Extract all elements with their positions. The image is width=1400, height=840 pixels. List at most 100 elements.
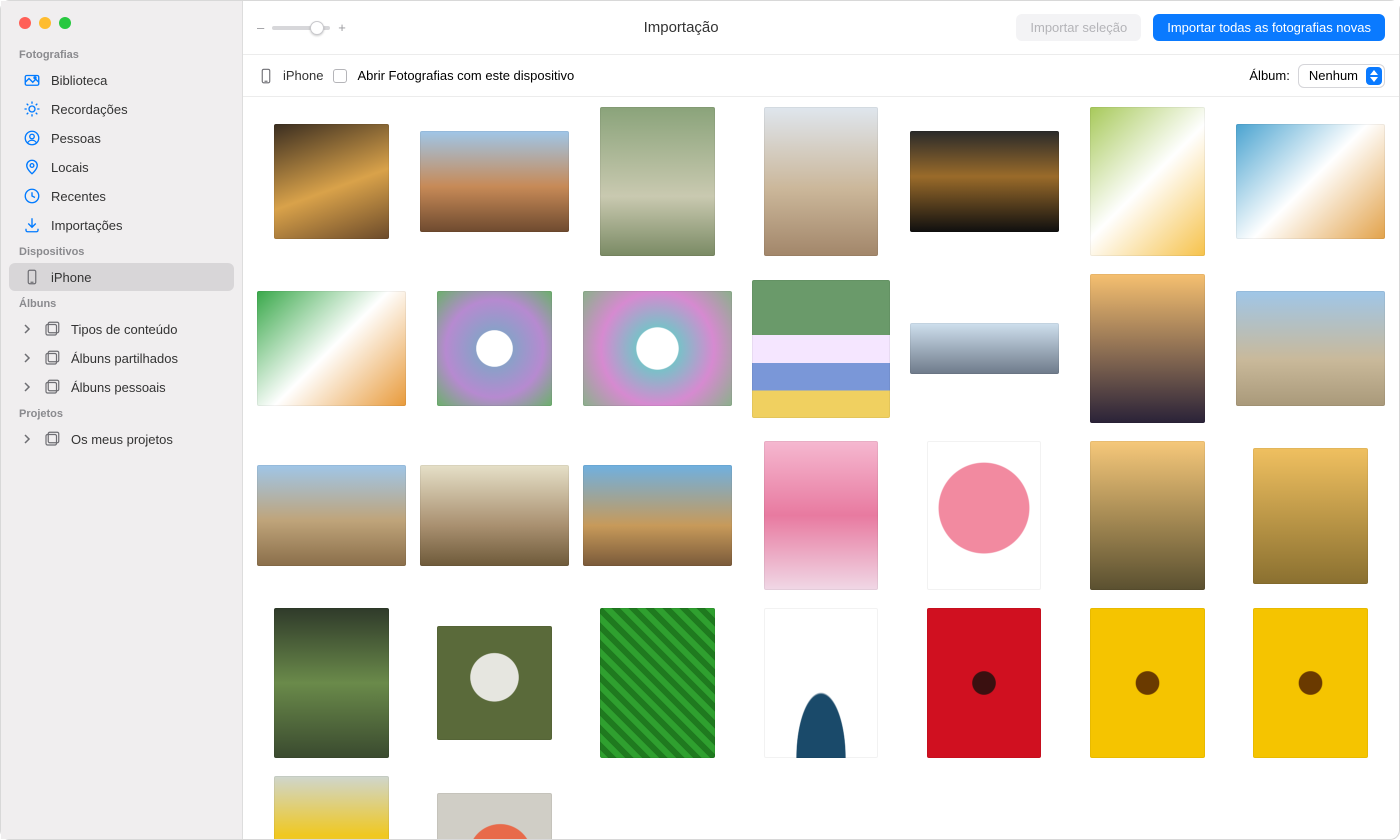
photo-thumbnail[interactable] [437,793,552,839]
sidebar-item-locais[interactable]: Locais [9,153,234,181]
photo-thumbnail[interactable] [1090,441,1205,590]
photo-thumbnail[interactable] [1236,124,1385,239]
thumbnail-cell[interactable] [257,608,406,757]
photo-thumbnail[interactable] [420,465,569,566]
sidebar-item-recordações[interactable]: Recordações [9,95,234,123]
page-title: Importação [358,19,1005,36]
photo-thumbnail[interactable] [583,291,732,406]
album-icon [43,430,61,448]
photo-thumbnail[interactable] [752,280,890,418]
chevron-right-icon [23,322,35,337]
thumbnail-cell[interactable] [420,441,569,590]
thumbnail-cell[interactable] [583,274,732,423]
iphone-icon [23,268,41,286]
thumbnail-cell[interactable] [1073,274,1222,423]
photo-thumbnail[interactable] [257,465,406,566]
photo-thumbnail[interactable] [437,626,552,741]
zoom-out-icon[interactable]: – [257,20,264,35]
photo-thumbnail[interactable] [1090,608,1205,757]
thumbnail-cell[interactable] [746,274,895,423]
photo-thumbnail[interactable] [1253,608,1368,757]
thumbnail-cell[interactable] [1073,107,1222,256]
photo-thumbnail[interactable] [600,107,715,256]
photo-thumbnail[interactable] [257,291,406,406]
thumbnail-cell[interactable] [1236,107,1385,256]
sidebar-item-importações[interactable]: Importações [9,211,234,239]
thumbnail-cell[interactable] [1236,776,1385,839]
thumbnail-cell[interactable] [420,274,569,423]
sidebar-item-os-meus-projetos[interactable]: Os meus projetos [9,425,234,453]
thumbnail-cell[interactable] [583,776,732,839]
thumbnail-grid[interactable] [243,97,1399,839]
thumbnail-cell[interactable] [257,274,406,423]
photo-thumbnail[interactable] [1090,274,1205,423]
thumbnail-cell[interactable] [910,608,1059,757]
photo-thumbnail[interactable] [437,291,552,406]
thumbnail-cell[interactable] [746,776,895,839]
photo-thumbnail[interactable] [927,441,1042,590]
sidebar-item-label: Tipos de conteúdo [71,322,177,337]
thumbnail-cell[interactable] [257,776,406,839]
thumbnail-cell[interactable] [1073,608,1222,757]
sidebar-item-álbuns-partilhados[interactable]: Álbuns partilhados [9,344,234,372]
thumbnail-cell[interactable] [420,608,569,757]
zoom-slider[interactable] [272,26,330,30]
import-all-button[interactable]: Importar todas as fotografias novas [1153,14,1385,41]
thumbnail-cell[interactable] [910,274,1059,423]
minimize-window-button[interactable] [39,17,51,29]
photo-thumbnail[interactable] [274,776,389,839]
photo-thumbnail[interactable] [1090,107,1205,256]
thumbnail-cell[interactable] [420,107,569,256]
photo-thumbnail[interactable] [1253,448,1368,583]
sidebar-item-pessoas[interactable]: Pessoas [9,124,234,152]
thumbnail-cell[interactable] [583,441,732,590]
thumbnail-cell[interactable] [910,107,1059,256]
sidebar-item-recentes[interactable]: Recentes [9,182,234,210]
sidebar-item-label: Álbuns partilhados [71,351,178,366]
thumbnail-cell[interactable] [257,441,406,590]
thumbnail-cell[interactable] [910,776,1059,839]
photo-thumbnail[interactable] [910,323,1059,373]
sidebar-item-iphone[interactable]: iPhone [9,263,234,291]
photo-thumbnail[interactable] [1236,291,1385,406]
sidebar-item-álbuns-pessoais[interactable]: Álbuns pessoais [9,373,234,401]
photo-thumbnail[interactable] [600,608,715,757]
thumbnail-cell[interactable] [746,441,895,590]
photo-thumbnail[interactable] [764,441,879,590]
maximize-window-button[interactable] [59,17,71,29]
select-arrows-icon [1366,67,1382,85]
thumbnail-cell[interactable] [1073,776,1222,839]
album-label: Álbum: [1249,68,1289,83]
sidebar-item-label: Locais [51,160,89,175]
window-controls [1,11,242,43]
close-window-button[interactable] [19,17,31,29]
thumbnail-cell[interactable] [1073,441,1222,590]
thumbnail-cell[interactable] [1236,274,1385,423]
zoom-slider-knob[interactable] [310,21,324,35]
photo-thumbnail[interactable] [927,608,1042,757]
zoom-in-icon[interactable]: + [338,20,346,35]
thumbnail-cell[interactable] [257,107,406,256]
photo-thumbnail[interactable] [274,608,389,757]
zoom-control[interactable]: – + [257,20,346,35]
album-select-value: Nenhum [1309,68,1358,83]
photo-thumbnail[interactable] [764,608,879,757]
photo-thumbnail[interactable] [420,131,569,232]
photo-thumbnail[interactable] [583,465,732,566]
import-selection-button[interactable]: Importar seleção [1016,14,1141,41]
thumbnail-cell[interactable] [910,441,1059,590]
photo-thumbnail[interactable] [910,131,1059,232]
photo-thumbnail[interactable] [274,124,389,239]
photo-thumbnail[interactable] [764,107,879,256]
thumbnail-cell[interactable] [746,107,895,256]
thumbnail-cell[interactable] [420,776,569,839]
thumbnail-cell[interactable] [1236,608,1385,757]
thumbnail-cell[interactable] [583,608,732,757]
thumbnail-cell[interactable] [583,107,732,256]
thumbnail-cell[interactable] [746,608,895,757]
album-select[interactable]: Nenhum [1298,64,1385,88]
thumbnail-cell[interactable] [1236,441,1385,590]
sidebar-item-biblioteca[interactable]: Biblioteca [9,66,234,94]
open-with-device-checkbox[interactable] [333,69,347,83]
sidebar-item-tipos-de-conteúdo[interactable]: Tipos de conteúdo [9,315,234,343]
